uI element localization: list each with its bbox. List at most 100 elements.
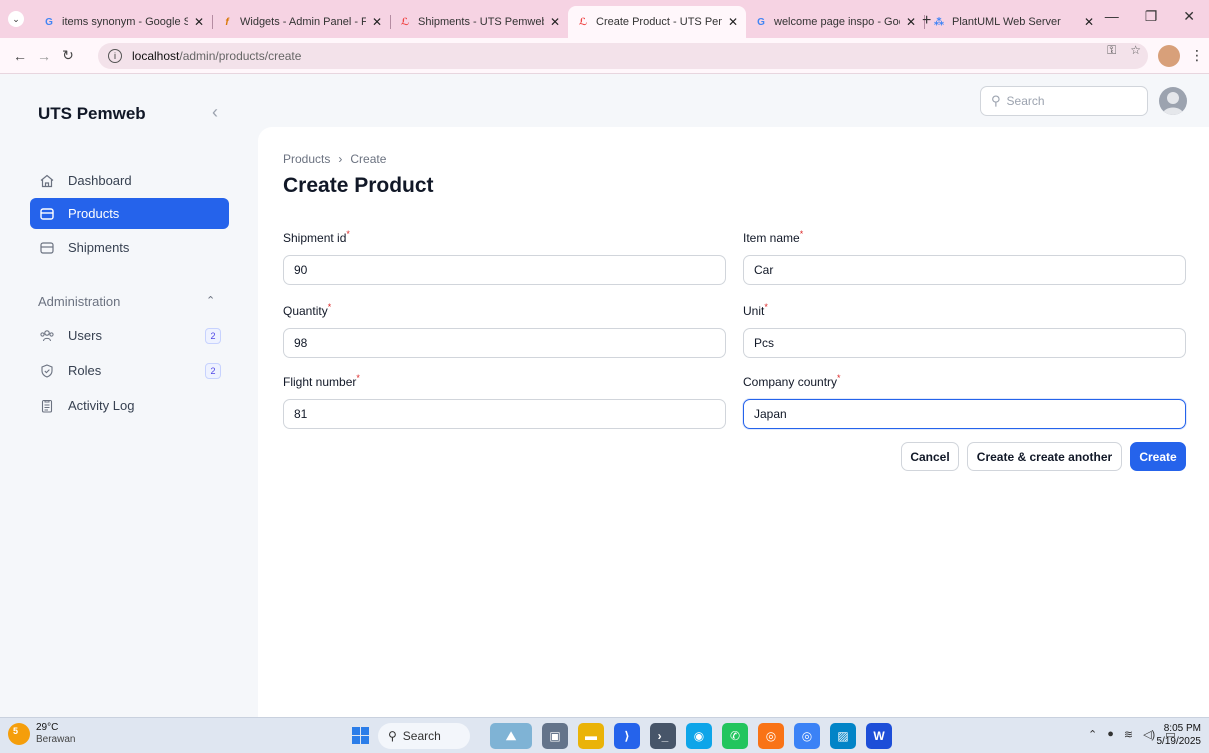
chevron-up-icon[interactable]: ⌃ [1088, 728, 1097, 741]
chevron-right-icon: › [338, 152, 343, 166]
close-icon[interactable]: ✕ [906, 15, 916, 29]
shipment-id-input[interactable] [283, 255, 726, 285]
shipment-id-field: Shipment id* [283, 229, 726, 285]
sidebar-item-products[interactable]: Products [30, 198, 229, 229]
tab-search-icon[interactable]: ⌄ [8, 11, 24, 27]
sidebar-item-users[interactable]: Users 2 [30, 320, 229, 351]
landscape-widget-icon[interactable]: ⛰ [490, 723, 532, 749]
password-key-icon[interactable]: ⚿ [1107, 43, 1116, 58]
docker-icon[interactable]: ◉ [686, 723, 712, 749]
laravel-icon: ℒ [578, 16, 588, 28]
address-bar-row: ← → ↻ i localhost/admin/products/create … [0, 38, 1209, 74]
sidebar-item-activity-log[interactable]: Activity Log [30, 390, 229, 421]
browser-menu-icon[interactable]: ⋮ [1190, 47, 1204, 64]
field-label: Unit* [743, 302, 768, 318]
vscode-icon[interactable]: ⟩ [614, 723, 640, 749]
chevron-up-icon[interactable]: ⌃ [206, 294, 215, 307]
flight-number-field: Flight number* [283, 373, 726, 429]
sidebar-item-label: Shipments [68, 240, 130, 255]
photos-icon[interactable]: ▨ [830, 723, 856, 749]
required-marker: * [799, 229, 804, 239]
tray-app-icon[interactable]: ● [1107, 728, 1114, 741]
wifi-icon[interactable]: ≋ [1124, 728, 1133, 741]
weather-sun-icon: 5 [8, 723, 30, 745]
browser-tab[interactable]: ⁂ PlantUML Web Server ✕ [924, 6, 1102, 38]
create-button[interactable]: Create [1130, 442, 1186, 471]
address-bar[interactable]: i localhost/admin/products/create [98, 43, 1148, 69]
restore-icon[interactable]: ❐ [1145, 8, 1158, 25]
user-avatar[interactable] [1159, 87, 1187, 115]
word-icon[interactable]: W [866, 723, 892, 749]
sidebar: UTS Pemweb ‹ Dashboard Products Shipment… [0, 74, 258, 717]
clock-date: 5/19/2025 [1156, 736, 1202, 747]
browser-tab[interactable]: Gitems synonym - Google S ✕ [34, 6, 212, 38]
sidebar-item-shipments[interactable]: Shipments [30, 232, 229, 263]
reload-icon[interactable]: ↻ [56, 47, 80, 64]
clock-time: 8:05 PM [1163, 723, 1201, 734]
bookmark-star-icon[interactable]: ☆ [1130, 43, 1141, 58]
quantity-input[interactable] [283, 328, 726, 358]
system-clock[interactable]: 8:05 PM 5/19/2025 [1157, 722, 1202, 748]
collapse-sidebar-icon[interactable]: ‹ [212, 102, 218, 123]
forward-icon[interactable]: → [32, 48, 56, 64]
box-icon [38, 205, 56, 223]
search-icon: ⚲ [991, 93, 1001, 108]
required-marker: * [356, 373, 360, 383]
volume-icon[interactable]: ◁) [1143, 728, 1155, 741]
taskbar-apps: ⛰ ▣ ▬ ⟩ ›_ ◉ ✆ ◎ ◎ ▨ W [490, 723, 892, 749]
new-tab-icon[interactable]: + [922, 12, 931, 30]
count-badge: 2 [205, 327, 221, 344]
brand-title: UTS Pemweb [38, 104, 146, 123]
google-icon: G [45, 16, 53, 28]
close-icon[interactable]: ✕ [550, 15, 560, 29]
company-country-input[interactable] [743, 399, 1186, 429]
filament-icon: f [225, 16, 229, 28]
terminal-icon[interactable]: ›_ [650, 723, 676, 749]
taskbar-search[interactable]: ⚲ Search [378, 723, 470, 749]
window-close-icon[interactable]: ✕ [1183, 8, 1195, 25]
field-label: Item name* [743, 229, 804, 245]
os-taskbar: 5 29°C Berawan ⚲ Search ⛰ ▣ ▬ ⟩ ›_ ◉ ✆ ◎… [0, 717, 1209, 753]
item-name-input[interactable] [743, 255, 1186, 285]
required-marker: * [346, 229, 350, 239]
browser-tab[interactable]: f Widgets - Admin Panel - F ✕ [212, 6, 390, 38]
count-badge: 2 [205, 362, 221, 379]
weather-widget[interactable]: 5 29°C Berawan [8, 722, 75, 746]
unit-field: Unit* [743, 302, 1186, 358]
main-content: Products › Create Create Product Shipment … [258, 127, 1209, 717]
task-view-icon[interactable]: ▣ [542, 723, 568, 749]
close-icon[interactable]: ✕ [728, 15, 738, 29]
browser-tab[interactable]: ℒ Shipments - UTS Pemweb ✕ [390, 6, 568, 38]
sidebar-item-dashboard[interactable]: Dashboard [30, 165, 229, 196]
flight-number-input[interactable] [283, 399, 726, 429]
browser-tabs: Gitems synonym - Google S ✕ f Widgets - Ad… [34, 6, 1102, 38]
browser-profile-avatar[interactable] [1158, 45, 1180, 67]
clipboard-icon [38, 397, 56, 415]
weather-condition: Berawan [36, 734, 76, 745]
chrome-icon[interactable]: ◎ [758, 723, 784, 749]
file-explorer-icon[interactable]: ▬ [578, 723, 604, 749]
minimize-icon[interactable]: — [1105, 8, 1119, 25]
sidebar-item-roles[interactable]: Roles 2 [30, 355, 229, 386]
create-another-button[interactable]: Create & create another [967, 442, 1122, 471]
site-info-icon[interactable]: i [108, 49, 122, 63]
weather-temperature: 29°C [36, 722, 59, 733]
close-icon[interactable]: ✕ [1084, 15, 1094, 29]
browser-tab[interactable]: Gwelcome page inspo - Goo ✕ [746, 6, 924, 38]
global-search-input[interactable]: ⚲ Search [980, 86, 1148, 116]
windows-start-icon[interactable] [352, 727, 369, 744]
close-icon[interactable]: ✕ [372, 15, 382, 29]
back-icon[interactable]: ← [8, 48, 32, 64]
whatsapp-icon[interactable]: ✆ [722, 723, 748, 749]
cancel-button[interactable]: Cancel [901, 442, 959, 471]
browser-tab-strip: ⌄ Gitems synonym - Google S ✕ f Widgets - … [0, 0, 1209, 38]
close-icon[interactable]: ✕ [194, 15, 204, 29]
sidebar-item-label: Activity Log [68, 398, 135, 413]
chrome-alt-icon[interactable]: ◎ [794, 723, 820, 749]
unit-input[interactable] [743, 328, 1186, 358]
browser-tab-active[interactable]: ℒ Create Product - UTS Pem ✕ [568, 6, 746, 38]
field-label: Quantity* [283, 302, 332, 318]
sidebar-group-administration[interactable]: Administration [38, 294, 120, 309]
home-icon [38, 172, 56, 190]
breadcrumb-products-link[interactable]: Products [283, 152, 330, 166]
